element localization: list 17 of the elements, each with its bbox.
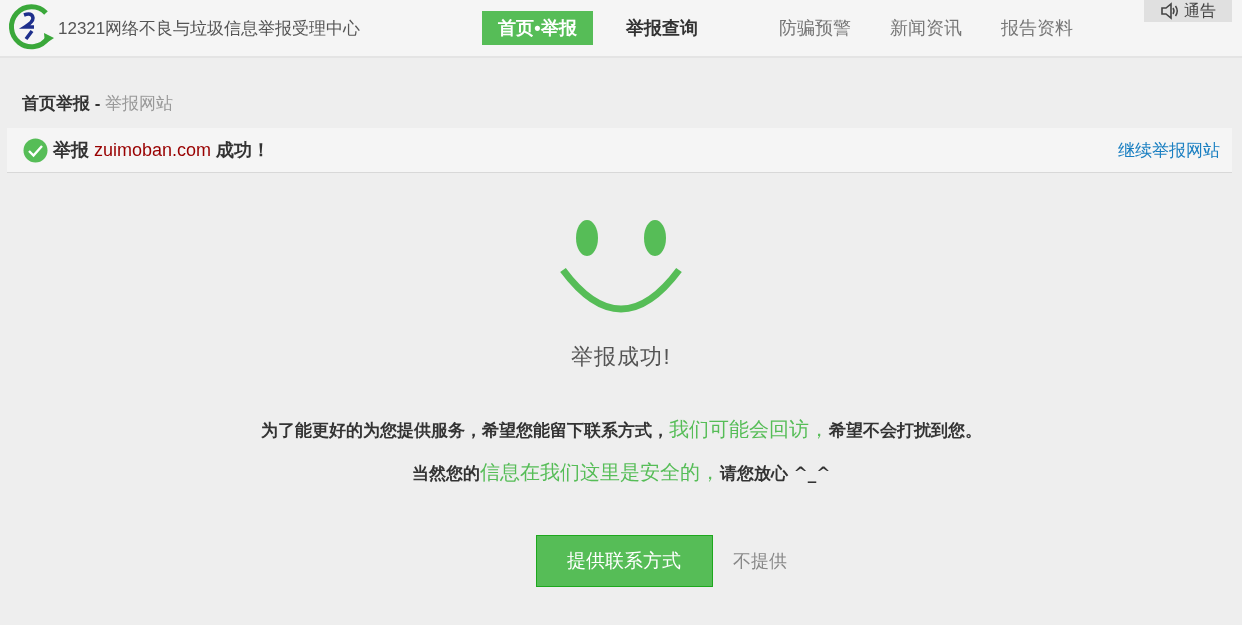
decline-link[interactable]: 不提供 xyxy=(732,549,787,573)
notice-button[interactable]: 通告 xyxy=(1144,0,1232,22)
success-title: 举报成功! xyxy=(571,343,671,371)
check-circle-icon xyxy=(23,137,48,163)
speaker-icon xyxy=(1160,2,1180,20)
message-text: 当然您的信息在我们这里是安全的，请您放心 ^_^ xyxy=(411,459,831,486)
nav-tab[interactable]: 防骗预警 xyxy=(761,11,868,45)
continue-report-link[interactable]: 继续举报网站 xyxy=(1118,138,1220,162)
message-text: 为了能更好的为您提供服务，希望您能留下联系方式，我们可能会回访，希望不会打扰到您。 xyxy=(260,416,982,443)
nav-tab[interactable]: 举报查询 xyxy=(609,11,714,45)
result-message: 举报 zuimoban.com 成功！ xyxy=(53,139,271,162)
breadcrumb-text: 首页举报 - 举报网站 xyxy=(22,94,174,113)
nav-tab[interactable]: 报告资料 xyxy=(983,11,1090,45)
nav-tab[interactable]: 首页•举报 xyxy=(482,11,593,45)
nav-tab[interactable]: 新闻资讯 xyxy=(872,11,979,45)
provide-contact-button[interactable]: 提供联系方式 xyxy=(535,535,713,587)
site-name: 12321网络不良与垃圾信息举报受理中心 xyxy=(58,17,361,40)
